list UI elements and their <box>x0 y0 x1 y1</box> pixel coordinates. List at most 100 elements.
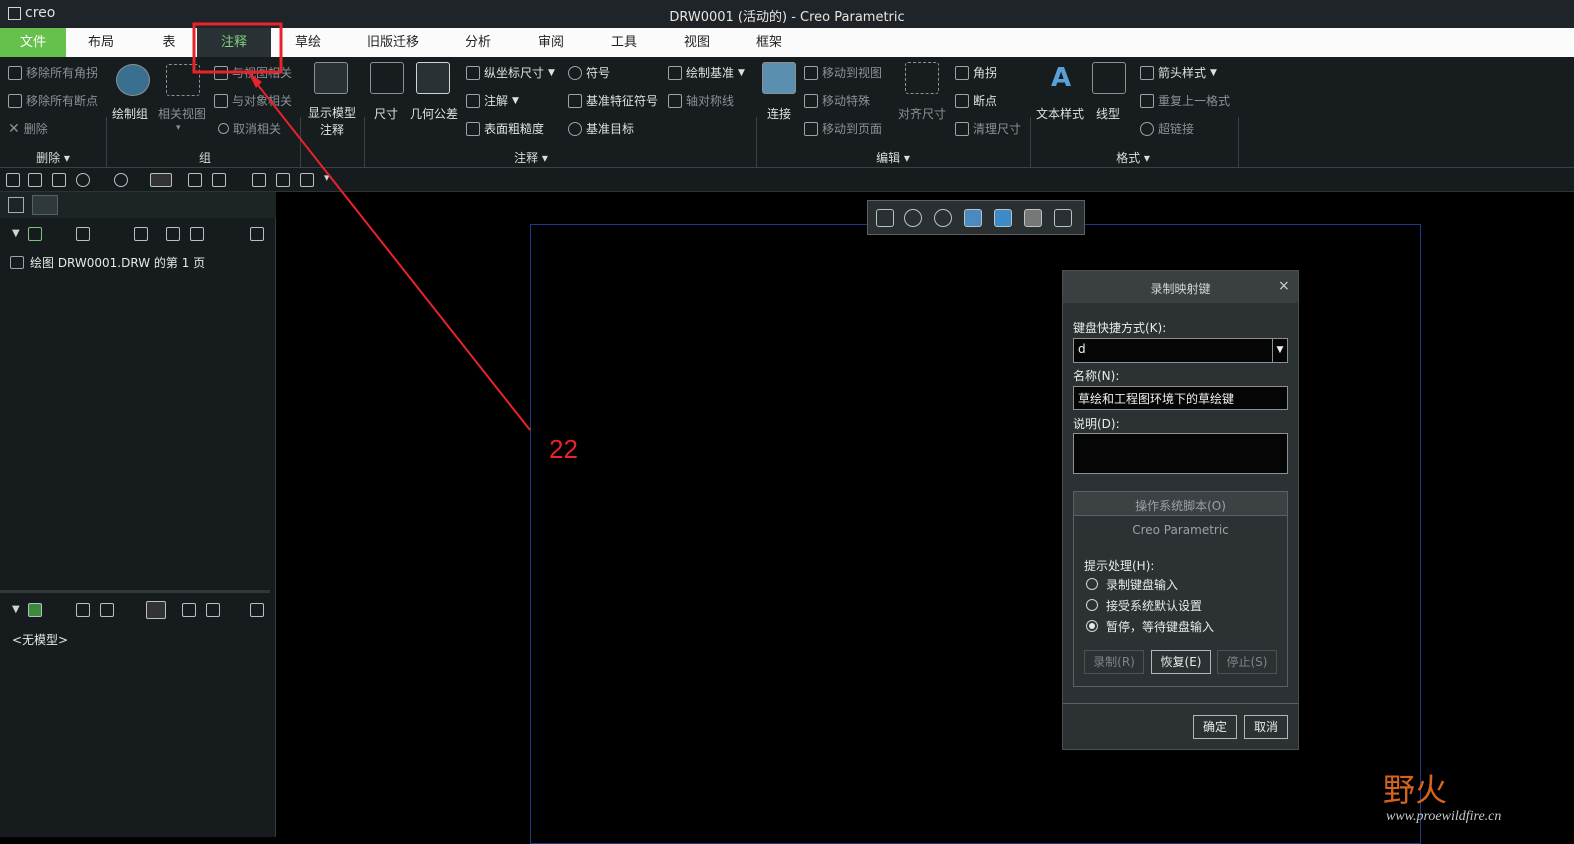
drawing-icon[interactable] <box>28 227 42 241</box>
ordinate-dimension-button[interactable]: 纵坐标尺寸 ▼ <box>466 64 555 81</box>
tab-table[interactable]: 表 <box>140 28 198 57</box>
dimension-button[interactable]: 尺寸 <box>374 105 398 122</box>
arrow-style-button[interactable]: 箭头样式 ▼ <box>1140 64 1217 81</box>
tab-tools[interactable]: 工具 <box>595 28 653 57</box>
jog-button[interactable]: 角拐 <box>955 64 997 81</box>
tab-sketch[interactable]: 草绘 <box>280 28 336 57</box>
customize-chevron-icon[interactable]: ▾ <box>324 171 330 184</box>
format-group-label[interactable]: 格式 ▾ <box>1110 149 1156 166</box>
save-icon[interactable] <box>52 173 66 187</box>
remove-all-jogs-button[interactable]: 移除所有角拐 <box>8 64 98 81</box>
annotate-group-label[interactable]: 注释 ▾ <box>508 149 554 166</box>
datum-display-icon[interactable] <box>1054 209 1072 227</box>
surface-finish-button[interactable]: 表面粗糙度 <box>466 120 544 137</box>
layer-icon[interactable] <box>276 173 290 187</box>
new-icon[interactable] <box>6 173 20 187</box>
tab-creo-parametric[interactable]: Creo Parametric <box>1074 523 1287 537</box>
columns-icon[interactable] <box>134 227 148 241</box>
view-manager-icon[interactable] <box>1024 209 1042 227</box>
repaint-icon[interactable] <box>964 209 982 227</box>
note-button[interactable]: 注解 ▼ <box>466 92 519 109</box>
break-button[interactable]: 断点 <box>955 92 997 109</box>
chevron-down-icon[interactable]: ▼ <box>1272 339 1287 362</box>
radio-pause[interactable] <box>1086 620 1098 632</box>
repeat-last-format-button[interactable]: 重复上一格式 <box>1140 92 1230 109</box>
connect-button[interactable]: 连接 <box>767 105 791 122</box>
hyperlink-button[interactable]: 超链接 <box>1140 120 1194 137</box>
open-icon[interactable] <box>28 173 42 187</box>
cancel-button[interactable]: 取消 <box>1244 715 1288 739</box>
draw-group-button[interactable]: 绘制组 <box>112 105 148 122</box>
close-window-icon[interactable] <box>252 173 266 187</box>
cleanup-dimensions-button[interactable]: 清理尺寸 <box>955 120 1021 137</box>
edit-group-label[interactable]: 编辑 ▾ <box>870 149 916 166</box>
record-button[interactable]: 录制(R) <box>1084 650 1144 674</box>
chevron-down-icon[interactable]: ▾ <box>176 123 181 133</box>
filter-icon[interactable] <box>182 603 196 617</box>
gtol-button[interactable]: 几何公差 <box>410 105 458 122</box>
tab-file[interactable]: 文件 <box>0 28 66 57</box>
undo-icon[interactable] <box>76 173 90 187</box>
table-icon[interactable] <box>206 603 220 617</box>
datum-feature-symbol-button[interactable]: 基准特征符号 <box>568 92 658 109</box>
resume-button[interactable]: 恢复(E) <box>1151 650 1211 674</box>
radio-record[interactable] <box>1086 578 1098 590</box>
move-to-sheet-button[interactable]: 移动到页面 <box>804 120 882 137</box>
tab-legacy-migration[interactable]: 旧版迁移 <box>355 28 431 57</box>
tree-item-drawing[interactable]: 绘图 DRW0001.DRW 的第 1 页 <box>10 254 205 271</box>
tab-analysis[interactable]: 分析 <box>448 28 508 57</box>
close-icon[interactable]: × <box>1278 278 1290 294</box>
draw-datum-button[interactable]: 绘制基准 ▼ <box>668 64 745 81</box>
zoom-in-icon[interactable] <box>904 209 922 227</box>
list-icon[interactable] <box>100 603 114 617</box>
document-icon[interactable] <box>250 603 264 617</box>
show-icon[interactable] <box>76 603 90 617</box>
axis-symmetry-line-button[interactable]: 轴对称线 <box>668 92 734 109</box>
unrelate-button[interactable]: 取消相关 <box>218 120 281 137</box>
tab-frame[interactable]: 框架 <box>740 28 798 57</box>
align-dimension-button[interactable]: 对齐尺寸 <box>898 105 946 122</box>
layer-tree-tab-icon[interactable] <box>32 195 58 215</box>
text-style-button[interactable]: 文本样式 <box>1036 105 1084 122</box>
expand-icon[interactable]: ▼ <box>12 228 20 239</box>
display-style-icon[interactable] <box>150 173 172 187</box>
delete-group-label[interactable]: 删除 ▾ <box>30 149 76 166</box>
expand-icon[interactable]: ▼ <box>12 604 20 615</box>
move-special-button[interactable]: 移动特殊 <box>804 92 870 109</box>
model-icon[interactable] <box>28 603 42 617</box>
move-to-view-button[interactable]: 移动到视图 <box>804 64 882 81</box>
related-view-button[interactable]: 相关视图 <box>158 105 206 122</box>
description-input[interactable] <box>1073 433 1288 474</box>
symbol-button[interactable]: 符号 <box>568 64 610 81</box>
settings-icon[interactable] <box>300 173 314 187</box>
layers-icon[interactable] <box>190 227 204 241</box>
tab-os-script[interactable]: 操作系统脚本(O) <box>1074 492 1287 516</box>
document-icon[interactable] <box>250 227 264 241</box>
tab-layout[interactable]: 布局 <box>70 28 132 57</box>
delete-button[interactable]: ✕ 删除 <box>8 120 48 137</box>
remove-all-breaks-button[interactable]: 移除所有断点 <box>8 92 98 109</box>
refit-icon[interactable] <box>876 209 894 227</box>
tab-view[interactable]: 视图 <box>668 28 726 57</box>
name-input[interactable]: 草绘和工程图环境下的草绘键 <box>1073 386 1288 410</box>
show-icon[interactable] <box>76 227 90 241</box>
panel-splitter[interactable] <box>0 590 270 593</box>
ok-button[interactable]: 确定 <box>1193 715 1237 739</box>
model-tree-tab-icon[interactable] <box>8 197 24 213</box>
radio-accept[interactable] <box>1086 599 1098 611</box>
datum-target-button[interactable]: 基准目标 <box>568 120 634 137</box>
regenerate-icon[interactable] <box>188 173 202 187</box>
window-icon[interactable] <box>212 173 226 187</box>
redo-icon[interactable] <box>114 173 128 187</box>
tab-annotate[interactable]: 注释 <box>197 28 271 57</box>
show-model-annotations-button[interactable]: 显示模型 注释 <box>307 105 357 139</box>
relate-to-view-button[interactable]: 与视图相关 <box>214 64 292 81</box>
stop-button[interactable]: 停止(S) <box>1217 650 1277 674</box>
relate-to-object-button[interactable]: 与对象相关 <box>214 92 292 109</box>
line-style-button[interactable]: 线型 <box>1096 105 1120 122</box>
tab-review[interactable]: 审阅 <box>522 28 580 57</box>
columns-icon[interactable] <box>146 601 166 619</box>
shortcut-input[interactable]: d ▼ <box>1073 338 1288 363</box>
filter-icon[interactable] <box>166 227 180 241</box>
zoom-out-icon[interactable] <box>934 209 952 227</box>
